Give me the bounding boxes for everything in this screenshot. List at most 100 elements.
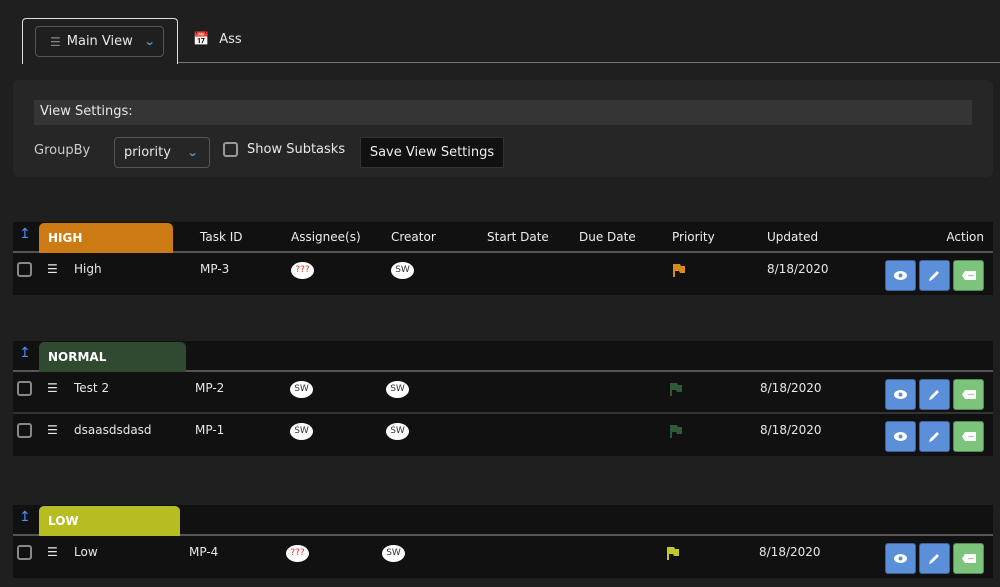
comment-icon [961,432,976,441]
eye-icon [894,390,907,399]
tab-bar-line [177,62,1000,63]
show-subtasks-toggle[interactable]: Show Subtasks [223,142,345,157]
show-subtasks-checkbox[interactable] [223,142,238,157]
task-id: MP-3 [200,262,230,276]
row-actions [885,379,984,410]
comment-icon [961,390,976,399]
updated-date: 8/18/2020 [767,262,829,276]
row-checkbox[interactable] [17,381,32,396]
view-settings-title: View Settings: [34,100,972,125]
assignee-avatar: SW [290,423,313,440]
pencil-icon [929,390,939,400]
task-name[interactable]: Low [74,545,98,559]
flag-icon [672,263,686,280]
priority-group-low: ↥ LOW ☰ Low MP-4??? SW 8/18/2020 [13,505,993,578]
drag-handle-icon[interactable]: ☰ [47,381,58,395]
main-view-dropdown[interactable]: ☰ Main View ⌄ [35,26,164,57]
eye-icon [894,554,907,563]
table-row: ☰ Low MP-4??? SW 8/18/2020 [13,536,993,578]
row-checkbox[interactable] [17,262,32,277]
sort-icon[interactable]: ↥ [19,345,31,361]
pencil-icon [929,432,939,442]
eye-icon [894,271,907,280]
show-subtasks-label: Show Subtasks [247,142,346,157]
tab-ass[interactable]: 📅 Ass [193,32,242,47]
row-actions [885,543,984,574]
row-checkbox[interactable] [17,423,32,438]
column-header-creator[interactable]: Creator [391,230,436,244]
view-button[interactable] [885,543,916,574]
view-button[interactable] [885,379,916,410]
table-row: ☰ Test 2 MP-2 SW SW 8/18/2020 [13,372,993,414]
task-id: MP-1 [195,423,225,437]
task-name[interactable]: High [74,262,102,276]
updated-date: 8/18/2020 [760,381,822,395]
group-header: ↥ LOW [13,505,993,536]
creator-avatar: SW [386,423,409,440]
creator-avatar: SW [391,262,414,279]
pencil-icon [929,271,939,281]
chevron-down-icon: ⌄ [186,146,199,159]
comment-icon [961,271,976,280]
assignee-avatar: SW [290,381,313,398]
groupby-label: GroupBy [34,143,91,158]
edit-button[interactable] [919,379,950,410]
view-button[interactable] [885,260,916,291]
column-header-due-date[interactable]: Due Date [579,230,636,244]
creator-avatar: SW [386,381,409,398]
edit-button[interactable] [919,421,950,452]
view-button[interactable] [885,421,916,452]
tab-ass-label: Ass [219,32,242,47]
priority-group-normal: ↥ NORMAL ☰ Test 2 MP-2 SW SW 8/18/2020 ☰ dsaasdsd… [13,341,993,456]
comment-button[interactable] [953,543,984,574]
updated-date: 8/18/2020 [759,545,821,559]
chevron-down-icon: ⌄ [143,35,156,48]
comment-button[interactable] [953,379,984,410]
row-actions [885,260,984,291]
task-name[interactable]: dsaasdsdasd [74,423,152,437]
flag-icon [669,382,683,399]
eye-icon [894,432,907,441]
save-view-settings-button[interactable]: Save View Settings [360,137,504,168]
groupby-select[interactable]: priority ⌄ [114,137,210,168]
column-header-action: Action [946,230,984,244]
updated-date: 8/18/2020 [760,423,822,437]
calendar-icon: 📅 [193,32,210,47]
comment-button[interactable] [953,260,984,291]
column-header-start-date[interactable]: Start Date [487,230,549,244]
group-header: ↥ NORMAL [13,341,993,372]
row-actions [885,421,984,452]
row-checkbox[interactable] [17,545,32,560]
sort-icon[interactable]: ↥ [19,226,31,242]
task-name[interactable]: Test 2 [74,381,109,395]
sort-icon[interactable]: ↥ [19,509,31,525]
group-header: ↥ HIGH Task ID Assignee(s) Creator Start Date… [13,222,993,253]
comment-button[interactable] [953,421,984,452]
column-header-task-id[interactable]: Task ID [200,230,243,244]
flag-icon [666,546,680,563]
table-row: ☰ High MP-3??? SW 8/18/2020 [13,253,993,295]
drag-handle-icon[interactable]: ☰ [47,262,58,276]
comment-icon [961,554,976,563]
flag-icon [669,424,683,441]
edit-button[interactable] [919,543,950,574]
groupby-value: priority [124,145,171,160]
creator-avatar: SW [382,545,405,562]
assignee-avatar: ??? [291,262,314,279]
assignee-avatar: ??? [286,545,309,562]
menu-icon: ☰ [50,34,61,49]
pencil-icon [929,554,939,564]
column-header-priority[interactable]: Priority [672,230,715,244]
group-label: NORMAL [39,342,186,372]
task-id: MP-2 [195,381,225,395]
table-row: ☰ dsaasdsdasd MP-1 SW SW 8/18/2020 [13,414,993,456]
priority-group-high: ↥ HIGH Task ID Assignee(s) Creator Start Date… [13,222,993,295]
edit-button[interactable] [919,260,950,291]
column-header-updated[interactable]: Updated [767,230,818,244]
drag-handle-icon[interactable]: ☰ [47,423,58,437]
group-label: HIGH [39,223,173,253]
column-header-assignees[interactable]: Assignee(s) [291,230,361,244]
task-id: MP-4 [189,545,219,559]
drag-handle-icon[interactable]: ☰ [47,545,58,559]
main-view-label: Main View [66,34,133,49]
